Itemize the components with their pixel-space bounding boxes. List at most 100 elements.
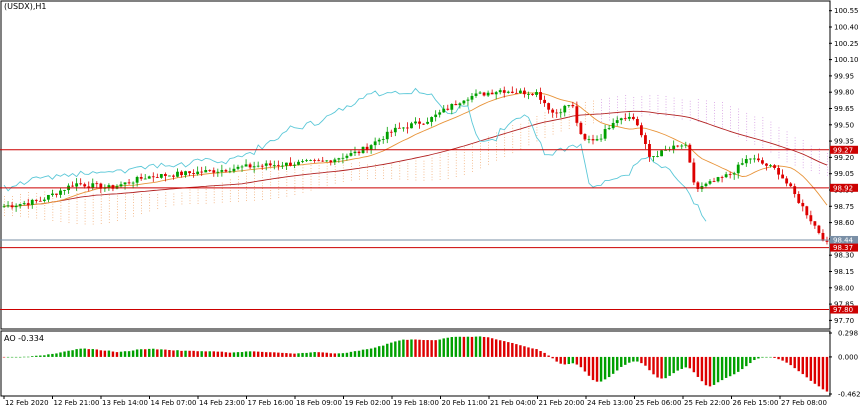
ao-bar [757, 356, 760, 359]
cloud-dot [818, 156, 820, 158]
cloud-dot [826, 174, 828, 176]
cloud-dot [552, 133, 554, 135]
candle-body [422, 123, 425, 125]
cloud-dot [213, 196, 215, 198]
cloud-dot [818, 153, 820, 155]
candle-body [71, 185, 75, 187]
cloud-dot [738, 114, 740, 115]
cloud-dot [133, 202, 134, 203]
ao-bar [91, 349, 94, 357]
cloud-dot [512, 141, 514, 143]
cloud-dot [689, 100, 691, 102]
cloud-dot [141, 207, 142, 209]
ao-bar [547, 355, 550, 357]
cloud-dot [447, 177, 449, 179]
cloud-dot [455, 176, 457, 178]
ao-bar [59, 352, 62, 357]
cloud-dot [229, 201, 231, 202]
cloud-dot [673, 116, 675, 118]
cloud-dot [84, 212, 86, 214]
cloud-dot [705, 114, 707, 115]
price-tick-label: 99.80 [834, 89, 854, 97]
cloud-dot [601, 115, 602, 117]
cloud-dot [350, 174, 352, 176]
candle-body [470, 95, 474, 100]
cloud-dot [181, 195, 183, 197]
cloud-dot [149, 205, 151, 206]
cloud-dot [36, 198, 38, 200]
cloud-dot [512, 125, 514, 126]
ao-bar [611, 356, 615, 374]
cloud-dot [794, 164, 796, 166]
cloud-dot [609, 97, 610, 99]
ao-bar [289, 353, 292, 357]
cloud-dot [681, 99, 683, 101]
cloud-dot [375, 169, 376, 171]
ao-bar [228, 352, 232, 357]
candle-body [341, 157, 345, 159]
ao-bar [18, 356, 22, 358]
candle-body [603, 129, 607, 139]
cloud-dot [431, 179, 433, 181]
cloud-dot [778, 138, 780, 140]
ao-bar [139, 349, 143, 357]
candle-body [224, 170, 228, 172]
cloud-dot [270, 173, 272, 175]
cloud-dot [318, 170, 320, 172]
cloud-dot [512, 135, 514, 137]
cloud-dot [722, 112, 723, 114]
cloud-dot [697, 120, 699, 122]
ao-bar [176, 350, 179, 357]
cloud-dot [504, 142, 506, 144]
cloud-dot [810, 162, 812, 163]
cloud-dot [157, 197, 159, 198]
ao-bar [761, 356, 764, 358]
candle-body [761, 160, 764, 164]
cloud-dot [601, 107, 602, 109]
cloud-dot [528, 122, 530, 124]
cloud-dot [794, 153, 796, 155]
cloud-dot [770, 146, 772, 147]
ao-bar [745, 356, 748, 367]
cloud-dot [92, 218, 94, 220]
cloud-dot [609, 116, 610, 118]
cloud-dot [246, 186, 247, 188]
candle-body [180, 171, 183, 176]
time-tick-label: 26 Feb 15:00 [733, 399, 779, 407]
ao-bar [583, 356, 587, 372]
cloud-dot [76, 220, 78, 222]
ao-bar [749, 356, 752, 364]
cloud-dot [28, 211, 30, 212]
cloud-dot [68, 195, 70, 196]
cloud-dot [689, 111, 691, 113]
cloud-dot [778, 130, 780, 131]
ao-bar [765, 356, 768, 358]
time-tick-label: 24 Feb 13:00 [587, 399, 633, 407]
cloud-dot [52, 203, 54, 205]
ao-bar [442, 338, 445, 357]
cloud-dot [423, 168, 425, 170]
ao-bar [273, 352, 276, 357]
cloud-dot [512, 146, 514, 148]
ao-bar [349, 351, 353, 357]
cloud-dot [471, 165, 473, 167]
cloud-dot [278, 191, 280, 193]
ao-bar [728, 356, 732, 377]
cloud-dot [463, 154, 465, 156]
cloud-dot [778, 146, 780, 148]
cloud-dot [802, 151, 804, 152]
candle-body [63, 190, 66, 191]
price-chart[interactable]: (USDX),H1 AO -0.334 100.55 100.40 100.25 10… [0, 0, 864, 408]
cloud-dot [100, 220, 102, 222]
candle-body [611, 122, 615, 129]
ao-bar [293, 353, 296, 357]
candle-body [619, 118, 623, 121]
cloud-dot [657, 103, 659, 104]
cloud-dot [350, 176, 352, 178]
cloud-dot [173, 199, 175, 200]
cloud-dot [108, 219, 110, 221]
cloud-dot [157, 207, 159, 209]
cloud-dot [391, 172, 393, 174]
cloud-dot [141, 196, 142, 198]
candle-body [801, 202, 805, 207]
